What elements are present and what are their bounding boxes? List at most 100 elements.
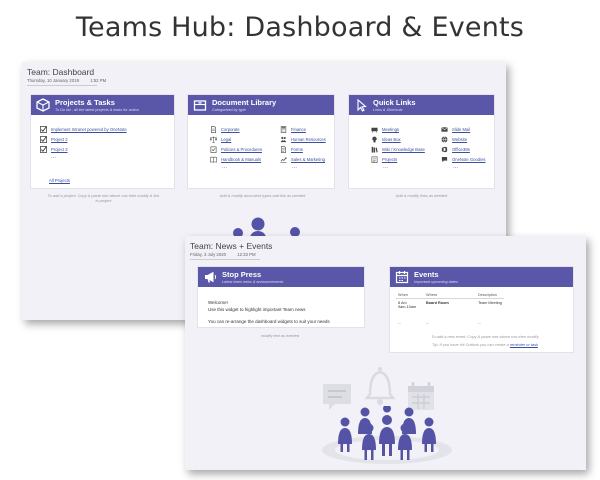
- quicklinks-header: Quick Links Links & Shortcuts: [349, 95, 494, 115]
- reminder-link[interactable]: reminder or task: [510, 342, 538, 347]
- doc-link[interactable]: Forms: [291, 147, 303, 152]
- team-people-icon: [322, 406, 452, 464]
- event-description: ...: [478, 321, 482, 325]
- quicklink-item[interactable]: OneNote Goodies: [441, 154, 486, 164]
- doc-type-item[interactable]: Policies & Procedures: [210, 144, 262, 154]
- project-item[interactable]: Project 2: [40, 134, 127, 144]
- library-subtitle: Categorised by type: [212, 108, 246, 112]
- library-widget: Document Library Categorised by type Cor…: [187, 94, 335, 189]
- quicklink-item[interactable]: Wiki / Knowledge Base: [371, 144, 425, 154]
- projects-widget: Projects & Tasks To Do list - all the la…: [30, 94, 175, 189]
- stop-press-widget: Stop Press Latest team news & announceme…: [197, 266, 365, 328]
- events-note: To add a new event: Copy & paste one abo…: [431, 334, 539, 339]
- clipboard-check-icon: [210, 146, 217, 153]
- more-ellipsis: ...: [51, 154, 57, 160]
- doc-link[interactable]: Human Resources: [291, 137, 326, 142]
- project-link[interactable]: Project 2: [51, 137, 68, 142]
- office-icon: [441, 146, 448, 152]
- quicklink-item[interactable]: Projects: [371, 154, 425, 164]
- globe-icon: [441, 135, 448, 143]
- doc-type-item[interactable]: Legal: [210, 134, 262, 144]
- quicklinks-note: Add & modify links as needed: [395, 193, 448, 198]
- quicklinks-title: Quick Links: [373, 98, 416, 107]
- all-projects-link[interactable]: All Projects: [49, 178, 70, 183]
- divider: [190, 259, 260, 260]
- projects-list: Implement Intranet powered by OneNote Pr…: [40, 124, 127, 164]
- checkbox-checked-icon[interactable]: [40, 145, 47, 153]
- doc-link[interactable]: Handbook & Manuals: [221, 157, 261, 162]
- dashboard-time: 1:52 PM: [90, 78, 107, 83]
- people-icon: [280, 136, 287, 142]
- quicklink-link[interactable]: OneNote Goodies: [452, 157, 486, 162]
- doc-type-item[interactable]: Finance: [280, 124, 326, 134]
- doc-link[interactable]: Policies & Procedures: [221, 147, 262, 152]
- book-icon: [210, 156, 217, 163]
- library-header: Document Library Categorised by type: [188, 95, 334, 115]
- dashboard-date: Thursday, 10 January 2019: [27, 78, 79, 83]
- quicklink-item[interactable]: Ideas Box: [371, 134, 425, 144]
- quicklink-item[interactable]: Meetings: [371, 124, 425, 134]
- cube-icon: [36, 98, 50, 112]
- more-ellipsis: ...: [222, 164, 228, 170]
- events-header: Events Important upcoming dates: [390, 267, 573, 287]
- project-link[interactable]: Implement Intranet powered by OneNote: [51, 127, 127, 132]
- projects-note: To add a project: Copy & paste one above…: [47, 193, 160, 203]
- stop-press-note: modify text as needed: [260, 333, 300, 338]
- quicklink-link[interactable]: Projects: [382, 157, 397, 162]
- doc-type-item[interactable]: Handbook & Manuals: [210, 154, 262, 164]
- events-table: When Where Description 8 Am 9am-10am Boa…: [396, 292, 504, 327]
- doc-type-item[interactable]: Human Resources: [280, 134, 326, 144]
- quicklink-link[interactable]: Meetings: [382, 127, 399, 132]
- quicklink-item[interactable]: Slide Mail: [441, 124, 486, 134]
- project-item[interactable]: Project 3: [40, 144, 127, 154]
- speech-bubble-icon: [441, 156, 448, 162]
- events-tip: Tip: If you have Hit Outlook you can cre…: [395, 342, 575, 347]
- slide-title: Teams Hub: Dashboard & Events: [75, 12, 525, 43]
- quicklink-item[interactable]: Website: [441, 134, 486, 144]
- table-row[interactable]: ... ... ...: [396, 311, 504, 327]
- news-title: Team: News + Events: [190, 241, 273, 251]
- megaphone-icon: [205, 271, 217, 283]
- books-icon: [371, 146, 378, 153]
- bell-icon: [364, 367, 396, 405]
- doc-link[interactable]: Finance: [291, 127, 306, 132]
- lightbulb-icon: [372, 136, 377, 142]
- quicklinks-col1: Meetings Ideas Box Wiki / Knowledge Base…: [371, 124, 425, 174]
- news-time: 12:33 PM: [237, 252, 256, 257]
- doc-type-item[interactable]: Forms: [280, 144, 326, 154]
- calendar-icon: [395, 271, 409, 284]
- news-datetime: Friday, 3 July 2020 12:33 PM: [190, 252, 266, 257]
- table-row[interactable]: 8 Am 9am-10am Board Room Team Meeting: [396, 299, 504, 312]
- library-col1: Corporate Legal Policies & Procedures Ha…: [210, 124, 262, 174]
- stop-press-subtitle: Latest team news & announcements: [222, 280, 284, 284]
- doc-link[interactable]: Corporate: [221, 127, 240, 132]
- project-link[interactable]: Project 3: [51, 147, 68, 152]
- projects-header: Projects & Tasks To Do list - all the la…: [31, 95, 174, 115]
- quicklinks-subtitle: Links & Shortcuts: [373, 108, 403, 112]
- event-where: Board Room: [426, 301, 449, 305]
- news-events-window: Team: News + Events Friday, 3 July 2020 …: [185, 236, 586, 470]
- quicklink-item[interactable]: Office365: [441, 144, 486, 154]
- quicklink-link[interactable]: Office365: [452, 147, 470, 152]
- library-col2: Finance Human Resources Forms Sales & Ma…: [280, 124, 326, 174]
- events-title: Events: [414, 270, 439, 279]
- stop-press-body: Welcome! Use this widget to highlight im…: [208, 300, 330, 326]
- doc-link[interactable]: Sales & Marketing: [291, 157, 325, 162]
- checkbox-checked-icon[interactable]: [40, 125, 47, 133]
- quicklink-link[interactable]: Wiki / Knowledge Base: [382, 147, 425, 152]
- calculator-icon: [280, 125, 287, 133]
- chart-up-icon: [280, 156, 287, 163]
- dashboard-title: Team: Dashboard: [27, 67, 95, 77]
- doc-link[interactable]: Legal: [221, 137, 231, 142]
- doc-type-item[interactable]: Sales & Marketing: [280, 154, 326, 164]
- checkbox-checked-icon[interactable]: [40, 135, 47, 143]
- quicklink-link[interactable]: Website: [452, 137, 467, 142]
- quicklinks-col2: Slide Mail Website Office365 OneNote Goo…: [441, 124, 486, 174]
- doc-type-item[interactable]: Corporate: [210, 124, 262, 134]
- event-when: 8 Am 9am-10am: [398, 301, 417, 309]
- more-ellipsis: ...: [292, 164, 298, 170]
- mail-icon: [441, 126, 448, 132]
- quicklink-link[interactable]: Ideas Box: [382, 137, 401, 142]
- project-item[interactable]: Implement Intranet powered by OneNote: [40, 124, 127, 134]
- quicklink-link[interactable]: Slide Mail: [452, 127, 470, 132]
